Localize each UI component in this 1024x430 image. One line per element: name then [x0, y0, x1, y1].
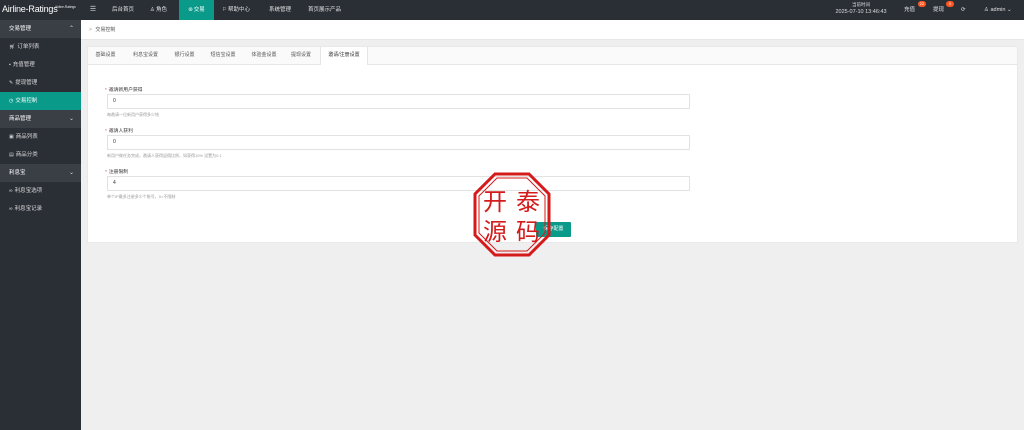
nav-role-label: 角色 [155, 7, 167, 13]
user-menu[interactable]: ♙ admin ⌄ [984, 0, 1012, 20]
sidebar-item-label: 商品分类 [15, 152, 38, 158]
withdraw-label: 提现 [933, 7, 945, 13]
stamp-char: 码 [516, 218, 540, 246]
user-icon: ♙ [150, 7, 155, 13]
logo-text: Airline-Ratings [2, 4, 58, 14]
trade-icon: ⊛ [188, 7, 193, 13]
field-label-register-limit: * 注册限制 [105, 168, 128, 175]
link-icon: ∞ [9, 206, 13, 212]
nav-system[interactable]: 系统管理 [265, 0, 295, 20]
user-icon: ♙ [984, 7, 989, 13]
clock-icon: ◷ [9, 98, 14, 104]
nav-home-label: 后台首页 [112, 7, 135, 13]
withdraw-badge: 0 [946, 1, 954, 7]
sidebar: 交易管理 ⌃ 🛒︎ 订单列表 ▪ 充值管理 ✎ 提现管理 ◷ 交易控制 商品管理 ⌄ ▣… [0, 20, 81, 430]
top-bar: Airline-Ratings Airline-Ratings ☰ 后台首页 ♙… [0, 0, 1024, 20]
nav-home[interactable]: 后台首页 [108, 0, 138, 20]
nav-products-label: 首页展示产品 [308, 7, 342, 13]
wrench-icon: ✎ [9, 80, 14, 86]
inviter-profit-input[interactable]: 0 [107, 135, 690, 150]
chevron-right-icon: > [89, 27, 92, 33]
sidebar-item-withdraw[interactable]: ✎ 提现管理 [0, 74, 81, 92]
sidebar-item-label: 订单列表 [17, 44, 40, 50]
cart-icon: 🛒︎ [9, 44, 16, 50]
sidebar-group-interest[interactable]: 利息宝 ⌄ [0, 164, 81, 182]
page-title: 交易控制 [95, 27, 116, 33]
required-mark: * [105, 170, 107, 175]
menu-toggle-icon[interactable]: ☰ [88, 5, 98, 15]
tab-invite-register[interactable]: 邀请/注册设置 [320, 47, 368, 65]
sidebar-item-goods-list[interactable]: ▣ 商品列表 [0, 128, 81, 146]
field-hint: 新用户做任务完成，邀请人获得返佣比例，如获得10% 设置为0.1 [107, 153, 222, 158]
register-limit-input[interactable]: 4 [107, 176, 690, 191]
stamp-char: 开 [483, 188, 507, 216]
sidebar-item-trade-control[interactable]: ◷ 交易控制 [0, 92, 81, 110]
tab-bank[interactable]: 银行设置 [167, 47, 202, 64]
sidebar-item-interest-records[interactable]: ∞ 利息宝记录 [0, 200, 81, 218]
recharge-button[interactable]: 充值 [904, 0, 915, 20]
nav-help[interactable]: ⚐帮助中心 [218, 0, 254, 20]
sidebar-item-label: 利息宝记录 [14, 206, 43, 212]
flag-icon: ⚐ [222, 7, 227, 13]
sidebar-item-goods-category[interactable]: ▤ 商品分类 [0, 146, 81, 164]
sidebar-group-label: 商品管理 [9, 116, 32, 122]
breadcrumb: > 交易控制 [81, 20, 1024, 40]
sidebar-group-trade[interactable]: 交易管理 ⌃ [0, 20, 81, 38]
nav-role[interactable]: ♙角色 [146, 0, 171, 20]
recharge-label: 充值 [904, 7, 916, 13]
sidebar-item-label: 充值管理 [12, 62, 35, 68]
comment-icon: ▪ [9, 62, 11, 68]
tab-trial[interactable]: 体验金设置 [245, 47, 283, 64]
tab-basic[interactable]: 基础设置 [88, 47, 123, 64]
logo[interactable]: Airline-Ratings Airline-Ratings [0, 0, 81, 20]
nav-trade-label: 交易 [193, 7, 205, 13]
field-label-invite-reward: * 邀请新用户获得 [105, 86, 142, 93]
logo-subtext: Airline-Ratings [55, 5, 76, 9]
sidebar-item-interest-options[interactable]: ∞ 利息宝选项 [0, 182, 81, 200]
sidebar-item-label: 提现管理 [15, 80, 38, 86]
stamp-char: 泰 [516, 188, 540, 216]
withdraw-button[interactable]: 提现 [933, 0, 944, 20]
chevron-up-icon: ⌃ [68, 26, 74, 32]
sidebar-group-label: 交易管理 [9, 26, 32, 32]
stamp-char: 源 [483, 218, 507, 246]
nav-system-label: 系统管理 [269, 7, 292, 13]
sidebar-item-label: 商品列表 [15, 134, 38, 140]
field-hint: 单个IP最多注册多少个账号，0=不限制 [107, 194, 176, 199]
sidebar-item-label: 交易控制 [15, 98, 38, 104]
tab-interest[interactable]: 利息宝设置 [125, 47, 166, 64]
sidebar-item-label: 利息宝选项 [14, 188, 43, 194]
watermark-stamp: 开 泰 源 码 [473, 172, 551, 257]
sidebar-item-orders[interactable]: 🛒︎ 订单列表 [0, 38, 81, 56]
tab-bar: 基础设置 利息宝设置 银行设置 短信宝设置 体验金设置 提现设置 邀请/注册设置 [88, 47, 1017, 65]
nav-products[interactable]: 首页展示产品 [304, 0, 345, 20]
field-label-inviter-profit: * 邀请人获利 [105, 127, 133, 134]
current-time: 当前时间 2025-07-10 13:46:43 [826, 2, 896, 17]
field-label-text: 邀请人获利 [108, 129, 133, 134]
link-icon: ∞ [9, 188, 13, 194]
time-value: 2025-07-10 13:46:43 [835, 9, 887, 15]
settings-panel: 基础设置 利息宝设置 银行设置 短信宝设置 体验金设置 提现设置 邀请/注册设置… [87, 46, 1018, 243]
file-icon: ▤ [9, 152, 14, 158]
chevron-down-icon: ⌄ [68, 170, 74, 176]
nav-help-label: 帮助中心 [227, 7, 250, 13]
sidebar-item-recharge[interactable]: ▪ 充值管理 [0, 56, 81, 74]
field-label-text: 邀请新用户获得 [108, 88, 143, 93]
user-label: admin [990, 7, 1006, 13]
recharge-badge: 22 [918, 1, 926, 7]
refresh-icon[interactable]: ⟳ [961, 0, 966, 20]
sidebar-group-goods[interactable]: 商品管理 ⌄ [0, 110, 81, 128]
field-label-text: 注册限制 [108, 170, 129, 175]
tab-withdraw[interactable]: 提现设置 [284, 47, 318, 64]
required-mark: * [105, 129, 107, 134]
invite-reward-input[interactable]: 0 [107, 94, 690, 109]
chevron-down-icon: ⌄ [1006, 7, 1012, 13]
tab-sms[interactable]: 短信宝设置 [203, 47, 243, 64]
goods-icon: ▣ [9, 134, 14, 140]
required-mark: * [105, 88, 107, 93]
field-hint: 每邀请一位新用户获得多少钱 [107, 112, 159, 117]
nav-trade[interactable]: ⊛交易 [179, 0, 214, 20]
chevron-down-icon: ⌄ [68, 116, 74, 122]
sidebar-group-label: 利息宝 [9, 170, 26, 176]
